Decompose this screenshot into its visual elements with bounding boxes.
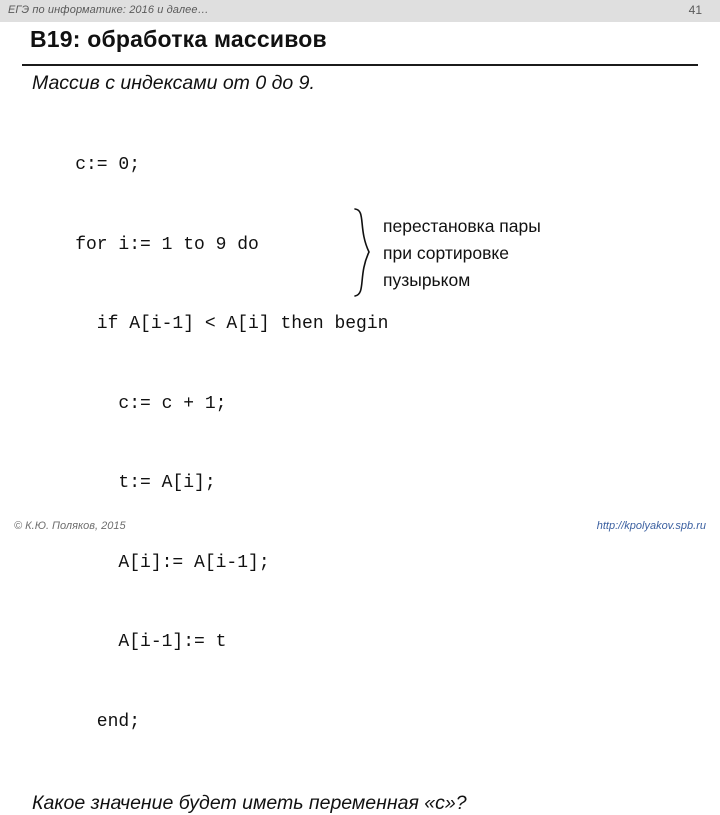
slide-body: Массив с индексами от 0 до 9. c:= 0; for…: [32, 70, 692, 815]
annotation-line: перестановка пары: [383, 216, 541, 236]
annotation-line: пузырьком: [383, 270, 471, 290]
array-description: Массив с индексами от 0 до 9.: [32, 72, 315, 94]
pascal-code-block: c:= 0; for i:= 1 to 9 do if A[i-1] < A[i…: [32, 99, 692, 788]
slide-header-bar: ЕГЭ по информатике: 2016 и далее… 41: [0, 0, 720, 22]
annotation-text: перестановка пары при сортировке пузырьк…: [383, 213, 663, 294]
footer-copyright: © К.Ю. Поляков, 2015: [14, 520, 126, 532]
header-slide-number: 41: [688, 3, 702, 17]
header-course-label: ЕГЭ по информатике: 2016 и далее…: [8, 4, 209, 16]
code-line: A[i]:= A[i-1];: [32, 552, 270, 573]
curly-brace-icon: [354, 208, 370, 297]
code-line: if A[i-1] < A[i] then begin: [32, 314, 389, 334]
swap-annotation: перестановка пары при сортировке пузырьк…: [352, 207, 672, 307]
question-text: Какое значение будет иметь переменная «c…: [32, 792, 467, 814]
page-title: B19: обработка массивов: [30, 26, 327, 52]
code-line: A[i-1]:= t: [32, 632, 227, 652]
code-line: end;: [32, 711, 141, 732]
annotation-line: при сортировке: [383, 243, 510, 263]
code-line: c:= c + 1;: [32, 393, 227, 414]
code-line: t:= A[i];: [32, 473, 216, 493]
footer-site-link[interactable]: http://kpolyakov.spb.ru: [597, 520, 706, 532]
slide-footer: © К.Ю. Поляков, 2015 http://kpolyakov.sp…: [0, 510, 720, 540]
code-line: c:= 0;: [32, 155, 141, 175]
title-divider: [22, 64, 698, 66]
